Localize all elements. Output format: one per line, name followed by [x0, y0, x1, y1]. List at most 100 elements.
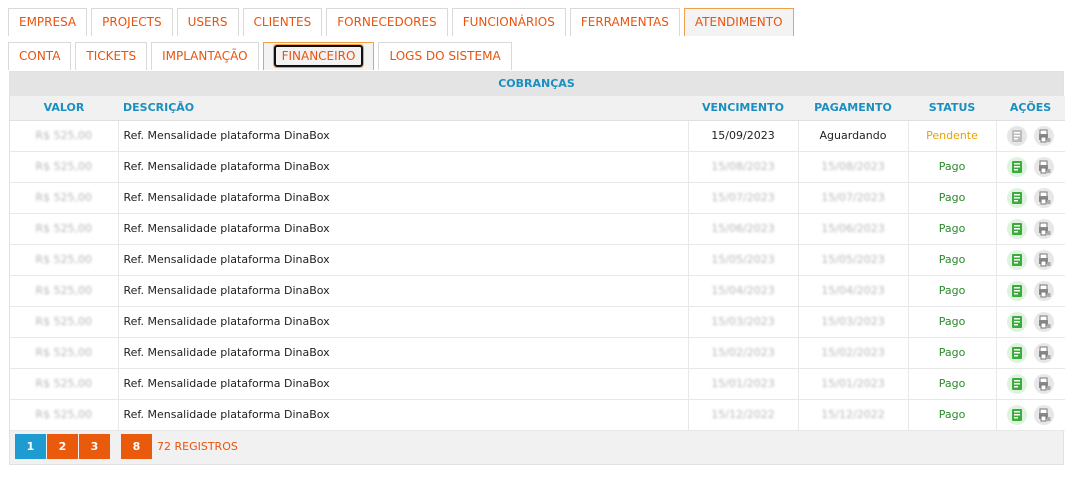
table-row: R$ 525,00 Ref. Mensalidade plataforma Din… — [10, 275, 1066, 307]
status-cell: Pago — [908, 275, 997, 307]
print-icon[interactable] — [1034, 311, 1055, 332]
status-cell: Pago — [908, 213, 997, 245]
acoes-cell — [996, 399, 1066, 431]
acoes-cell — [996, 213, 1066, 245]
print-icon[interactable] — [1034, 187, 1055, 208]
boleto-icon[interactable] — [1007, 342, 1028, 363]
boleto-icon[interactable] — [1007, 218, 1028, 239]
table-row: R$ 525,00 Ref. Mensalidade plataforma Din… — [10, 151, 1066, 183]
col-vencimento: VENCIMENTO — [688, 96, 798, 121]
table-row: R$ 525,00 Ref. Mensalidade plataforma Din… — [10, 244, 1065, 276]
table-row: R$ 525,00 Ref. Mensalidade plataforma Din… — [10, 120, 1065, 152]
subtab-label: LOGS DO SISTEMA — [389, 49, 501, 63]
descricao-cell: Ref. Mensalidade plataforma DinaBox — [118, 182, 689, 214]
subtab-tickets[interactable]: TICKETS — [75, 42, 148, 70]
status-cell: Pago — [908, 182, 997, 214]
status-cell: Pago — [908, 368, 997, 400]
boleto-icon[interactable] — [1007, 404, 1028, 425]
tab-clientes[interactable]: CLIENTES — [242, 8, 323, 36]
acoes-cell — [996, 120, 1065, 152]
boleto-icon[interactable] — [1007, 249, 1028, 270]
sub-tabs: CONTA TICKETS IMPLANTAÇÃO FINANCEIRO LOGS DO… — [8, 42, 516, 70]
vencimento-cell: 15/12/2022 — [688, 399, 799, 431]
subtab-label: IMPLANTAÇÃO — [162, 49, 248, 63]
subtab-label: FINANCEIRO — [273, 45, 364, 67]
print-icon[interactable] — [1034, 156, 1055, 177]
print-icon[interactable] — [1034, 249, 1055, 270]
descricao-cell: Ref. Mensalidade plataforma DinaBox — [118, 151, 689, 183]
pagamento-cell: 15/12/2022 — [798, 399, 909, 431]
status-cell: Pago — [908, 151, 997, 183]
vencimento-cell: 15/09/2023 — [688, 120, 799, 152]
page-1-button[interactable]: 1 — [15, 434, 46, 459]
tab-projects[interactable]: PROJECTS — [91, 8, 173, 36]
pagamento-cell: 15/08/2023 — [798, 151, 909, 183]
pagamento-cell: 15/04/2023 — [798, 275, 909, 307]
vencimento-cell: 15/07/2023 — [688, 182, 799, 214]
tab-empresa[interactable]: EMPRESA — [8, 8, 88, 36]
acoes-cell — [996, 306, 1066, 338]
boleto-icon[interactable] — [1007, 373, 1028, 394]
boleto-icon[interactable] — [1007, 156, 1028, 177]
print-icon[interactable] — [1034, 373, 1055, 394]
vencimento-cell: 15/03/2023 — [688, 306, 799, 338]
descricao-cell: Ref. Mensalidade plataforma DinaBox — [118, 368, 689, 400]
tab-funcionários[interactable]: FUNCIONÁRIOS — [451, 8, 566, 36]
main-tabs: EMPRESA PROJECTS USERS CLIENTES FORNECEDORES… — [8, 8, 798, 36]
col-acoes: AÇÕES — [996, 96, 1065, 121]
tab-users[interactable]: USERS — [176, 8, 239, 36]
print-icon[interactable] — [1034, 280, 1055, 301]
subtab-implantação[interactable]: IMPLANTAÇÃO — [151, 42, 259, 70]
status-cell: Pendente — [908, 120, 997, 152]
page-3-button[interactable]: 3 — [79, 434, 110, 459]
status-cell: Pago — [908, 244, 997, 276]
subtab-conta[interactable]: CONTA — [8, 42, 72, 70]
print-icon[interactable] — [1034, 125, 1055, 146]
row-actions — [997, 218, 1066, 239]
col-status: STATUS — [908, 96, 996, 121]
tab-ferramentas[interactable]: FERRAMENTAS — [569, 8, 680, 36]
print-icon[interactable] — [1034, 218, 1055, 239]
row-actions — [997, 280, 1066, 301]
acoes-cell — [996, 151, 1066, 183]
status-cell: Pago — [908, 337, 997, 369]
boleto-icon[interactable] — [1007, 311, 1028, 332]
last-page-button[interactable]: 8 — [121, 434, 152, 459]
row-actions — [997, 342, 1066, 363]
table-row: R$ 525,00 Ref. Mensalidade plataforma Din… — [10, 368, 1066, 400]
print-icon[interactable] — [1034, 342, 1055, 363]
valor-cell: R$ 525,00 — [10, 244, 119, 276]
table-row: R$ 525,00 Ref. Mensalidade plataforma Din… — [10, 306, 1066, 338]
tab-atendimento[interactable]: ATENDIMENTO — [683, 8, 794, 36]
boleto-icon[interactable] — [1007, 187, 1028, 208]
subtab-label: CONTA — [19, 49, 61, 63]
row-actions — [997, 373, 1066, 394]
billing-table: VALOR DESCRIÇÃO VENCIMENTO PAGAMENTO STA… — [10, 96, 1065, 431]
descricao-cell: Ref. Mensalidade plataforma DinaBox — [118, 399, 689, 431]
row-actions — [997, 404, 1066, 425]
boleto-icon[interactable] — [1007, 280, 1028, 301]
pagamento-cell: 15/06/2023 — [798, 213, 909, 245]
acoes-cell — [996, 244, 1065, 276]
pagamento-cell: 15/07/2023 — [798, 182, 909, 214]
pagamento-cell: 15/03/2023 — [798, 306, 909, 338]
valor-cell: R$ 525,00 — [10, 120, 119, 152]
status-cell: Pago — [908, 306, 997, 338]
valor-cell: R$ 525,00 — [10, 306, 119, 338]
descricao-cell: Ref. Mensalidade plataforma DinaBox — [118, 120, 689, 152]
vencimento-cell: 15/06/2023 — [688, 213, 799, 245]
valor-cell: R$ 525,00 — [10, 151, 119, 183]
boleto-icon[interactable] — [1007, 125, 1028, 146]
subtab-label: TICKETS — [86, 49, 137, 63]
print-icon[interactable] — [1034, 404, 1055, 425]
row-actions — [997, 156, 1066, 177]
tab-fornecedores[interactable]: FORNECEDORES — [326, 8, 448, 36]
acoes-cell — [996, 182, 1065, 214]
pagamento-cell: 15/02/2023 — [798, 337, 909, 369]
status-cell: Pago — [908, 399, 997, 431]
vencimento-cell: 15/08/2023 — [688, 151, 799, 183]
page-2-button[interactable]: 2 — [47, 434, 78, 459]
subtab-financeiro[interactable]: FINANCEIRO — [262, 42, 375, 70]
row-actions — [997, 311, 1066, 332]
subtab-logs-do-sistema[interactable]: LOGS DO SISTEMA — [378, 42, 512, 70]
